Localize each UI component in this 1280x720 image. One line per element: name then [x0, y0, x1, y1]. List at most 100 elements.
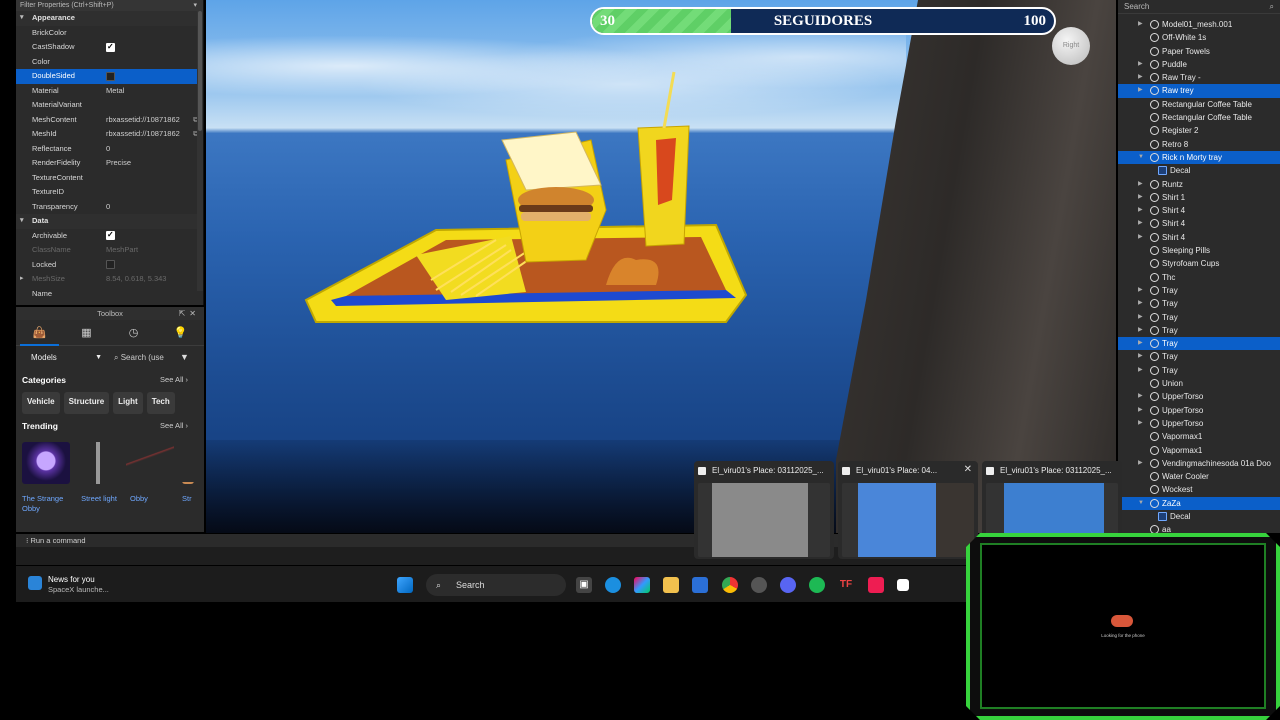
- property-row[interactable]: BrickColor: [16, 26, 203, 41]
- spotify-icon[interactable]: [809, 577, 825, 593]
- explorer-item[interactable]: Union: [1118, 377, 1280, 390]
- explorer-item[interactable]: ▶ Vendingmachinesoda 01a Doo: [1118, 457, 1280, 470]
- explorer-item[interactable]: ▶ Shirt 4: [1118, 217, 1280, 230]
- property-row[interactable]: DoubleSided: [16, 69, 203, 84]
- explorer-item[interactable]: ▶ Shirt 1: [1118, 191, 1280, 204]
- explorer-item[interactable]: ▶ Tray: [1118, 324, 1280, 337]
- explorer-item[interactable]: ▶ UpperTorso: [1118, 404, 1280, 417]
- expand-arrow-icon[interactable]: ▶: [1138, 404, 1143, 417]
- explorer-item[interactable]: ▶ Tray: [1118, 350, 1280, 363]
- property-row[interactable]: TextureID: [16, 185, 203, 200]
- explorer-item[interactable]: ▶ Raw Tray -: [1118, 71, 1280, 84]
- collapse-arrow-icon[interactable]: ▼: [1138, 151, 1144, 164]
- explorer-item[interactable]: Decal: [1118, 510, 1280, 523]
- trending-see-all-link[interactable]: See All ›: [160, 416, 188, 436]
- explorer-item[interactable]: Thc: [1118, 271, 1280, 284]
- tab-marketplace[interactable]: ▦: [63, 320, 110, 345]
- explorer-item[interactable]: ▶ UpperTorso: [1118, 417, 1280, 430]
- copilot-icon[interactable]: [634, 577, 650, 593]
- property-row[interactable]: Color: [16, 55, 203, 70]
- property-row[interactable]: Transparency 0: [16, 200, 203, 215]
- explorer-item[interactable]: ▶ UpperTorso: [1118, 390, 1280, 403]
- expand-arrow-icon[interactable]: ▶: [1138, 217, 1143, 230]
- property-row[interactable]: CastShadow: [16, 40, 203, 55]
- property-value[interactable]: rbxassetid://10871862: [106, 113, 192, 128]
- expand-arrow-icon[interactable]: ▶: [1138, 191, 1143, 204]
- explorer-item[interactable]: ▶ Tray: [1118, 311, 1280, 324]
- property-row[interactable]: TextureContent: [16, 171, 203, 186]
- property-section-header[interactable]: ▾ Appearance: [16, 11, 203, 26]
- trending-item[interactable]: Obby: [126, 442, 176, 504]
- explorer-item[interactable]: Vapormax1: [1118, 444, 1280, 457]
- property-row[interactable]: RenderFidelity Precise: [16, 156, 203, 171]
- property-checkbox[interactable]: [106, 40, 115, 54]
- category-chip[interactable]: Structure: [63, 392, 110, 414]
- chrome-icon[interactable]: [722, 577, 738, 593]
- property-row[interactable]: Reflectance 0: [16, 142, 203, 157]
- property-value[interactable]: [106, 258, 192, 273]
- property-value[interactable]: Precise: [106, 156, 192, 171]
- explorer-item[interactable]: Vapormax1: [1118, 430, 1280, 443]
- property-value[interactable]: 8.54, 0.618, 5.343: [106, 272, 192, 287]
- explorer-item[interactable]: Water Cooler: [1118, 470, 1280, 483]
- window-preview[interactable]: El_viru01's Place: 03112025_...: [694, 461, 834, 559]
- category-chip[interactable]: Tech: [146, 392, 175, 414]
- roblox-studio-icon[interactable]: [897, 579, 909, 591]
- expand-arrow-icon[interactable]: ▶: [1138, 390, 1143, 403]
- expand-arrow-icon[interactable]: ▶: [1138, 364, 1143, 377]
- trending-item[interactable]: Street light: [74, 442, 124, 504]
- close-icon[interactable]: ✕: [189, 309, 200, 318]
- property-checkbox[interactable]: [106, 229, 115, 243]
- explorer-item[interactable]: ▶ Tray: [1118, 364, 1280, 377]
- category-chip[interactable]: Vehicle: [22, 392, 60, 414]
- property-value[interactable]: [106, 40, 192, 55]
- filter-icon[interactable]: ▼: [180, 352, 189, 362]
- explorer-item[interactable]: Retro 8: [1118, 138, 1280, 151]
- property-row[interactable]: MaterialVariant: [16, 98, 203, 113]
- explorer-item[interactable]: Styrofoam Cups: [1118, 257, 1280, 270]
- windows-start-icon[interactable]: [397, 577, 413, 593]
- explorer-item[interactable]: Rectangular Coffee Table: [1118, 98, 1280, 111]
- tab-recent[interactable]: ◷: [110, 320, 157, 345]
- close-icon[interactable]: ✕: [964, 464, 972, 475]
- trending-item[interactable]: The Strange Obby: [22, 442, 72, 514]
- property-value[interactable]: MeshPart: [106, 243, 192, 258]
- explorer-item[interactable]: ▶ Tray: [1118, 297, 1280, 310]
- explorer-item[interactable]: ▶ Shirt 4: [1118, 204, 1280, 217]
- explorer-item[interactable]: ▶ Model01_mesh.001: [1118, 18, 1280, 31]
- property-checkbox[interactable]: [106, 260, 115, 270]
- expand-arrow-icon[interactable]: ▶: [1138, 178, 1143, 191]
- properties-scrollbar[interactable]: [197, 11, 203, 291]
- explorer-item[interactable]: ▶ Runtz: [1118, 178, 1280, 191]
- property-value[interactable]: rbxassetid://10871862: [106, 127, 192, 142]
- expand-arrow-icon[interactable]: ▸: [20, 272, 24, 287]
- explorer-item[interactable]: Sleeping Pills: [1118, 244, 1280, 257]
- property-row[interactable]: MeshContentrbxassetid://10871862⧉: [16, 113, 203, 128]
- file-explorer-icon[interactable]: [663, 577, 679, 593]
- tray-model[interactable]: [206, 0, 1116, 533]
- tab-inventory[interactable]: 👜: [16, 320, 63, 346]
- explorer-item[interactable]: ▶ Raw trey: [1118, 84, 1280, 98]
- property-row[interactable]: ClassName MeshPart: [16, 243, 203, 258]
- explorer-item[interactable]: Decal: [1118, 164, 1280, 177]
- task-view-icon[interactable]: ▣: [576, 577, 592, 593]
- view-cube[interactable]: Right: [1052, 27, 1090, 65]
- tf-app-icon[interactable]: TF: [838, 577, 854, 593]
- popout-icon[interactable]: ⇱: [179, 309, 190, 318]
- expand-arrow-icon[interactable]: ▶: [1138, 337, 1143, 350]
- property-row[interactable]: Material Metal: [16, 84, 203, 99]
- expand-arrow-icon[interactable]: ▶: [1138, 84, 1143, 97]
- explorer-item[interactable]: Off-White 1s: [1118, 31, 1280, 44]
- explorer-item[interactable]: ▼ ZaZa: [1118, 496, 1280, 510]
- property-value[interactable]: [106, 69, 192, 84]
- property-row[interactable]: ▸ MeshSize 8.54, 0.618, 5.343: [16, 272, 203, 287]
- categories-see-all-link[interactable]: See All ›: [160, 370, 188, 390]
- toolbox-search-input[interactable]: ⌕ Search (use: [110, 350, 174, 366]
- property-row[interactable]: Archivable: [16, 229, 203, 244]
- property-value[interactable]: 0: [106, 200, 192, 215]
- tab-creations[interactable]: 💡: [157, 320, 204, 345]
- expand-arrow-icon[interactable]: ▶: [1138, 297, 1143, 310]
- tiktok-icon[interactable]: [868, 577, 884, 593]
- property-section-header[interactable]: ▾ Data: [16, 214, 203, 229]
- store-icon[interactable]: [692, 577, 708, 593]
